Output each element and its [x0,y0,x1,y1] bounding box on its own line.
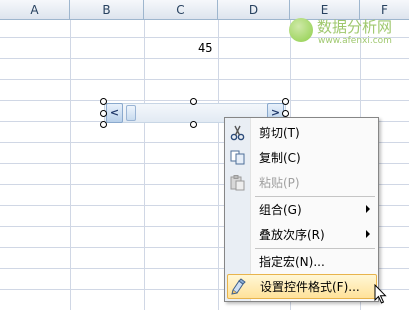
resize-handle-top-center[interactable] [190,98,197,105]
column-header-d[interactable]: D [218,0,290,20]
gridline [0,79,409,80]
scissors-icon [229,124,246,141]
resize-handle-middle-right[interactable] [282,110,289,117]
menu-item-group[interactable]: 组合(G) [225,197,378,222]
menu-item-paste: 粘贴(P) [225,170,378,195]
column-header-c[interactable]: C [144,0,218,20]
copy-icon [229,149,246,166]
resize-handle-top-right[interactable] [282,98,289,105]
resize-handle-bottom-left[interactable] [100,121,107,128]
gridline [218,20,219,310]
menu-item-label: 设置控件格式(F)... [260,280,360,294]
scroll-thumb[interactable] [126,105,136,121]
mouse-cursor-icon [374,283,388,306]
menu-item-format-control[interactable]: 设置控件格式(F)... [227,274,377,299]
gridline [144,20,145,310]
logo-icon [289,18,313,42]
menu-item-label: 粘贴(P) [259,176,300,190]
menu-item-cut[interactable]: 剪切(T) [225,120,378,145]
watermark-logo: 数据分析网 www.afenxi.com [287,15,409,49]
gridline [0,58,409,59]
menu-item-label: 剪切(T) [259,126,300,140]
menu-item-label: 叠放次序(R) [259,228,325,242]
context-menu: 剪切(T) 复制(C) 粘贴(P) 组合(G) 叠放次序(R) 指定宏(N)..… [224,117,379,302]
scroll-left-button[interactable]: < [106,103,123,123]
menu-item-label: 复制(C) [259,151,301,165]
menu-item-label: 指定宏(N)... [259,255,325,269]
column-header-a[interactable]: A [0,0,70,20]
paste-icon [229,174,246,191]
watermark-url: www.afenxi.com [318,36,392,46]
resize-handle-bottom-center[interactable] [190,121,197,128]
menu-item-assign-macro[interactable]: 指定宏(N)... [225,249,378,274]
resize-handle-middle-left[interactable] [100,110,107,117]
gridline [70,20,71,310]
menu-item-order[interactable]: 叠放次序(R) [225,222,378,247]
submenu-arrow-icon [366,230,370,238]
menu-item-label: 组合(G) [259,203,302,217]
format-control-icon [230,278,247,295]
cell-c2-value[interactable]: 45 [198,41,212,55]
watermark-title: 数据分析网 [317,18,393,36]
column-header-b[interactable]: B [70,0,144,20]
menu-item-copy[interactable]: 复制(C) [225,145,378,170]
submenu-arrow-icon [366,205,370,213]
resize-handle-top-left[interactable] [100,98,107,105]
